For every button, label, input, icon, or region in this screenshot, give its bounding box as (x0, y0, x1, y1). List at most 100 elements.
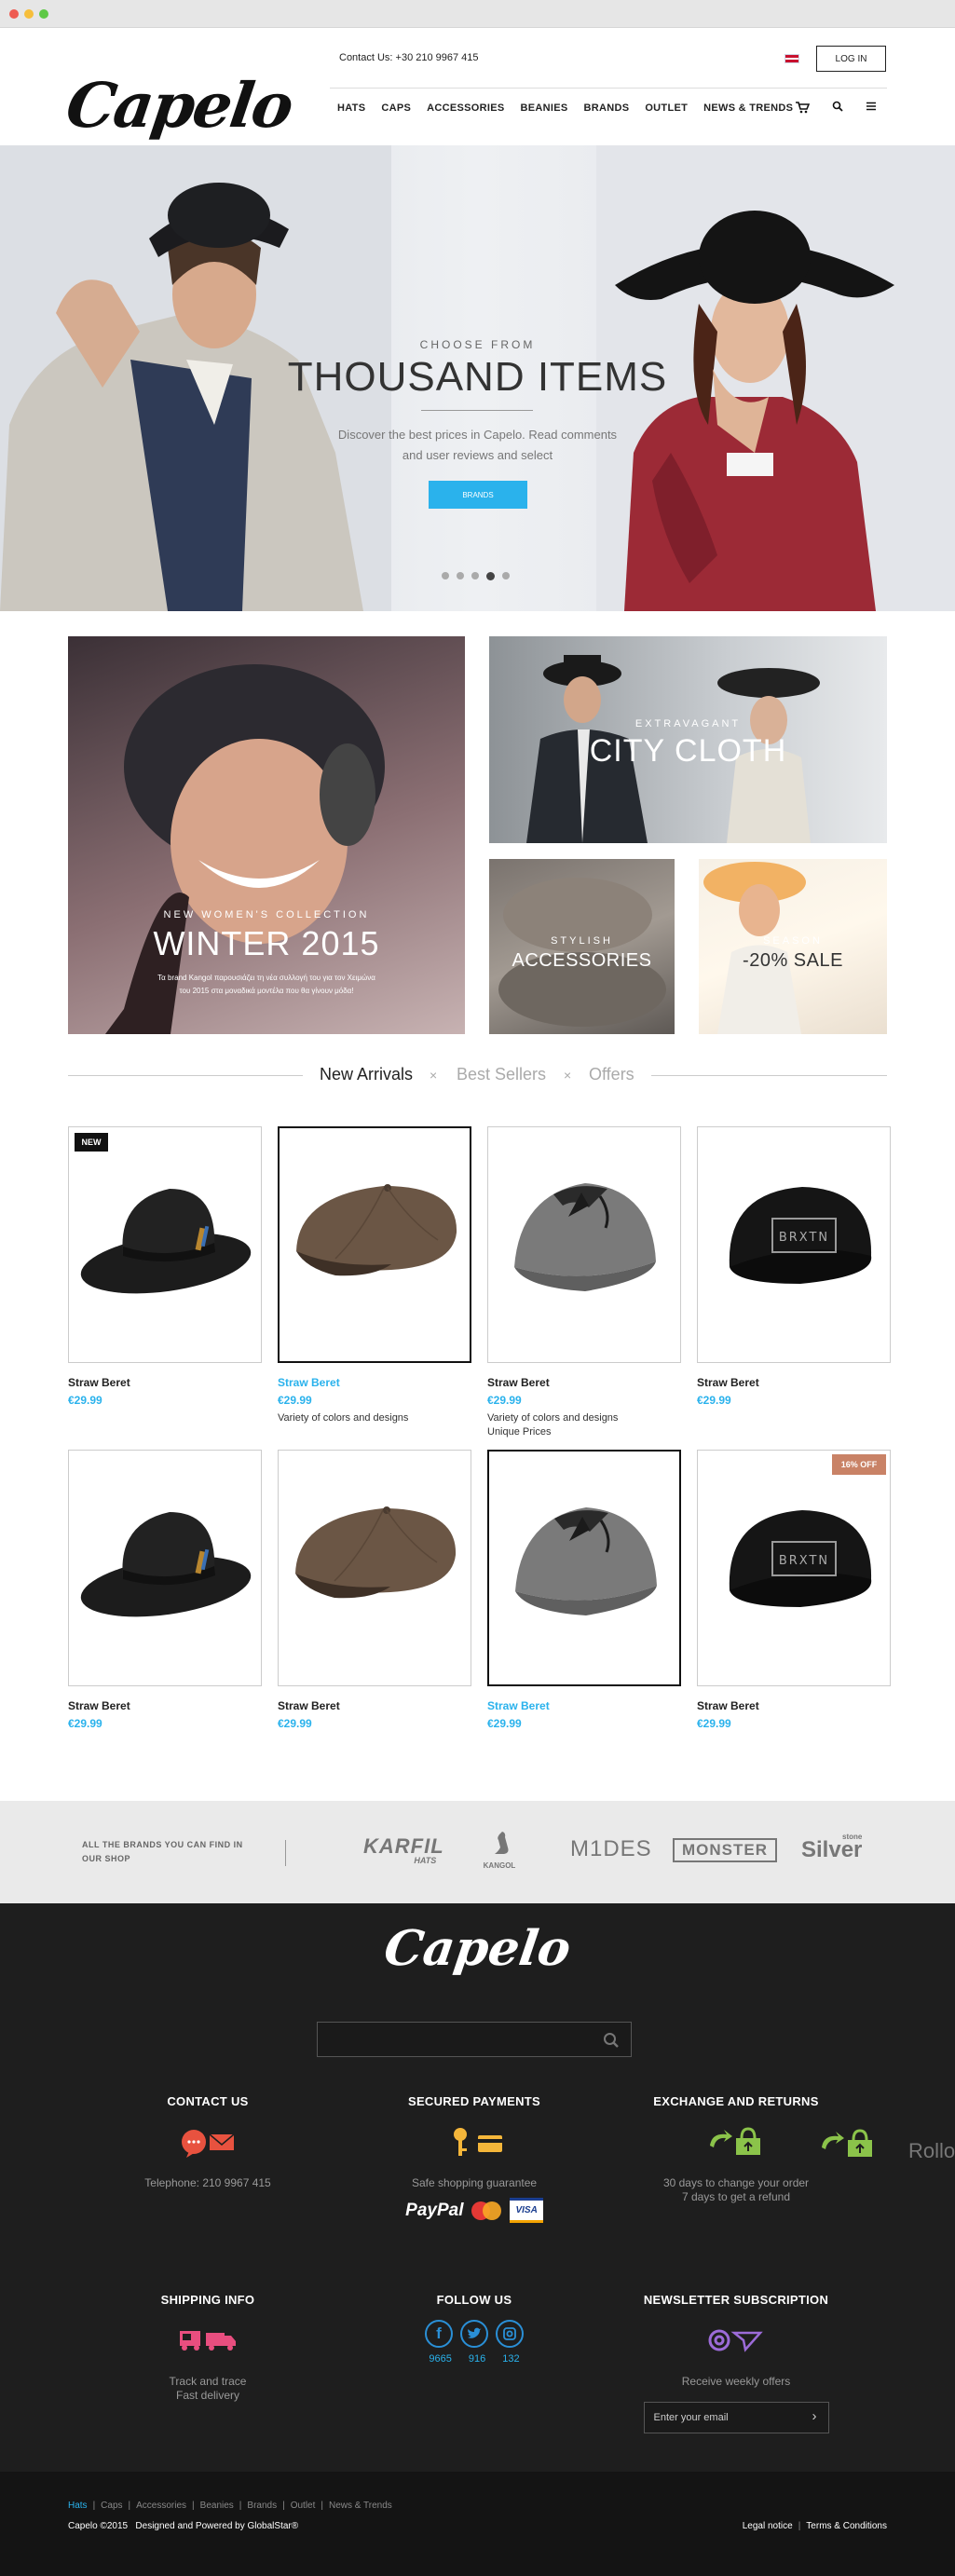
product-card[interactable]: BRXTN 16% OFF Straw Beret €29.99 (697, 1450, 891, 1730)
contact-phone: Contact Us: +30 210 9967 415 (339, 52, 479, 63)
product-card[interactable]: Straw Beret €29.99 (487, 1450, 681, 1730)
product-image[interactable] (68, 1450, 262, 1686)
product-note: Variety of colors and designs (487, 1412, 619, 1424)
nav-brands[interactable]: BRANDS (583, 102, 629, 114)
promo-season-sale[interactable]: SEASON -20% SALE (699, 859, 887, 1034)
newsletter-email-input[interactable]: Enter your email › (643, 2402, 829, 2433)
brand-karfil-logo[interactable]: KARFIL HATS (363, 1834, 444, 1865)
payments-text: Safe shopping guarantee (411, 2176, 538, 2189)
slider-dot[interactable] (442, 572, 449, 579)
footer-search-input[interactable] (317, 2022, 632, 2057)
product-card[interactable]: Straw Beret €29.99 Variety of colors and d… (487, 1126, 681, 1439)
footer-link[interactable]: News & Trends (329, 2501, 392, 2511)
hero-text: Discover the best prices in Capelo. Read… (337, 428, 618, 462)
brand-monster-logo[interactable]: MONSTER (673, 1838, 777, 1862)
product-price: €29.99 (68, 1394, 102, 1407)
nav-outlet[interactable]: OUTLET (645, 102, 688, 114)
product-image[interactable]: BRXTN (697, 1126, 891, 1363)
product-name[interactable]: Straw Beret (278, 1376, 471, 1389)
login-button[interactable]: LOG IN (816, 46, 886, 72)
nav-news-trends[interactable]: NEWS & TRENDS (703, 102, 793, 114)
instagram-icon[interactable] (496, 2320, 524, 2348)
discount-badge: 16% OFF (832, 1454, 886, 1475)
uk-flag-icon[interactable] (784, 54, 799, 63)
menu-icon[interactable] (866, 101, 877, 116)
product-card[interactable]: Straw Beret €29.99 Variety of colors and d… (278, 1126, 471, 1425)
brands-text: ALL THE BRANDS YOU CAN FIND IN OUR SHOP (82, 1840, 243, 1863)
hero-brands-button[interactable]: BRANDS (429, 481, 527, 509)
product-image[interactable] (487, 1450, 681, 1686)
social-icons: f (362, 2320, 586, 2348)
twitter-icon[interactable] (460, 2320, 488, 2348)
tab-best-sellers[interactable]: Best Sellers (457, 1065, 546, 1084)
brand-silverstone-logo[interactable]: stone Silver (801, 1833, 862, 1863)
link-separator: | (92, 2501, 96, 2511)
footer-link[interactable]: Caps (101, 2501, 122, 2511)
product-name[interactable]: Straw Beret (697, 1376, 891, 1389)
slider-dot[interactable] (471, 572, 479, 579)
brand-modes-logo[interactable]: M1DES (570, 1836, 652, 1862)
search-icon[interactable] (603, 2032, 620, 2049)
product-price: €29.99 (68, 1717, 102, 1730)
product-image[interactable] (278, 1450, 471, 1686)
product-name[interactable]: Straw Beret (487, 1376, 681, 1389)
footer-link[interactable]: Accessories (136, 2501, 186, 2511)
footer-logo[interactable]: Capelo (0, 1920, 955, 1977)
nav-caps[interactable]: CAPS (381, 102, 411, 114)
product-image[interactable]: BRXTN 16% OFF (697, 1450, 891, 1686)
product-card[interactable]: NEW Straw Beret €29.99 (68, 1126, 262, 1407)
new-badge: NEW (75, 1133, 108, 1152)
product-name[interactable]: Straw Beret (68, 1376, 262, 1389)
tab-offers[interactable]: Offers (589, 1065, 634, 1084)
product-name[interactable]: Straw Beret (697, 1699, 891, 1712)
nav-accessories[interactable]: ACCESSORIES (427, 102, 504, 114)
slider-dots (442, 571, 510, 580)
search-icon[interactable] (832, 101, 843, 116)
minimize-dot[interactable] (24, 9, 34, 19)
link-separator: | (192, 2501, 195, 2511)
product-image[interactable] (278, 1126, 471, 1363)
email-placeholder: Enter your email (653, 2412, 729, 2423)
cart-icon[interactable] (795, 101, 811, 116)
product-name[interactable]: Straw Beret (278, 1699, 471, 1712)
nav-icons (795, 101, 877, 116)
exchange-overflow-text: Rollo (908, 2139, 955, 2162)
truck-icon (180, 2331, 236, 2351)
product-name[interactable]: Straw Beret (68, 1699, 262, 1712)
slider-dot-active[interactable] (486, 571, 495, 580)
close-dot[interactable] (9, 9, 19, 19)
terms-link[interactable]: Terms & Conditions (806, 2521, 887, 2531)
product-card[interactable]: Straw Beret €29.99 (68, 1450, 262, 1730)
return-box-icon-overflow (822, 2129, 872, 2157)
product-image[interactable]: NEW (68, 1126, 262, 1363)
site-logo[interactable]: Capelo (62, 69, 296, 142)
city-sub: EXTRAVAGANT (634, 718, 742, 729)
promo-accessories[interactable]: STYLISH ACCESSORIES (489, 859, 675, 1034)
tab-separator: × (564, 1068, 572, 1083)
accessories-title: ACCESSORIES (512, 950, 652, 971)
chevron-right-icon[interactable]: › (812, 2408, 817, 2424)
footer-link[interactable]: Outlet (291, 2501, 316, 2511)
slider-dot[interactable] (457, 572, 464, 579)
silver-text: Silver (801, 1837, 863, 1862)
payments-title: SECURED PAYMENTS (407, 2094, 541, 2108)
tab-separator: × (430, 1068, 438, 1083)
footer-link[interactable]: Brands (247, 2501, 277, 2511)
product-card[interactable]: BRXTN Straw Beret €29.99 (697, 1126, 891, 1407)
tab-new-arrivals[interactable]: New Arrivals (320, 1065, 413, 1084)
product-card[interactable]: Straw Beret €29.99 (278, 1450, 471, 1730)
brand-kangol-logo[interactable]: KANGOL (479, 1829, 520, 1870)
nav-beanies[interactable]: BEANIES (520, 102, 567, 114)
product-image[interactable] (487, 1126, 681, 1363)
slider-dot[interactable] (502, 572, 510, 579)
footer-link[interactable]: Beanies (200, 2501, 234, 2511)
product-name[interactable]: Straw Beret (487, 1699, 681, 1712)
maximize-dot[interactable] (39, 9, 48, 19)
footer-link[interactable]: Hats (68, 2501, 88, 2511)
promo-winter[interactable]: NEW WOMEN'S COLLECTION WINTER 2015 Τα br… (68, 636, 465, 1034)
facebook-icon[interactable]: f (425, 2320, 453, 2348)
nav-hats[interactable]: HATS (337, 102, 365, 114)
legal-notice-link[interactable]: Legal notice (743, 2521, 793, 2531)
promo-city-cloth[interactable]: EXTRAVAGANT CITY CLOTH (489, 636, 887, 843)
newsletter-column: NEWSLETTER SUBSCRIPTION Receive weekly o… (624, 2293, 848, 2433)
